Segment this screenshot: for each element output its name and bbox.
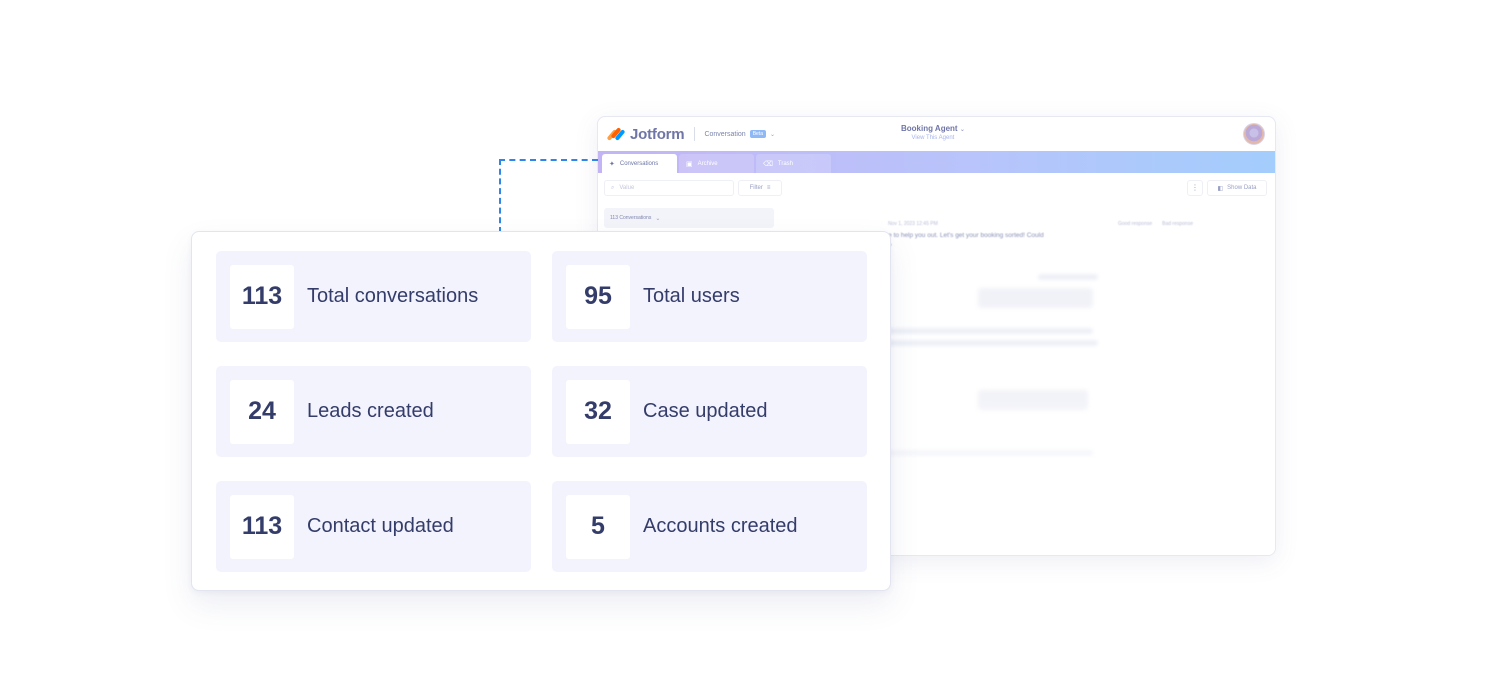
jotform-logo[interactable]: Jotform — [606, 125, 685, 143]
stat-tile-contact-updated: 113 Contact updated — [216, 481, 531, 572]
sparkle-icon: ✦ — [609, 160, 615, 168]
panel-icon: ◧ — [1217, 185, 1224, 192]
stats-card: 113 Total conversations 95 Total users 2… — [191, 231, 891, 591]
brand-name: Jotform — [630, 125, 685, 143]
stat-value: 113 — [230, 264, 294, 329]
tab-conversations[interactable]: ✦ Conversations — [602, 154, 677, 173]
blurred-meta — [1038, 274, 1098, 280]
inbox-toolbar: ⌕ Value Filter ≡ ⋮ ◧ Show Data — [598, 173, 1275, 203]
search-input[interactable]: ⌕ Value — [604, 180, 734, 196]
tab-archive[interactable]: ▣ Archive — [679, 154, 754, 173]
archive-icon: ▣ — [686, 160, 693, 168]
stat-label: Accounts created — [643, 515, 798, 537]
conversation-count-dropdown[interactable]: 113 Conversations ⌄ — [604, 208, 774, 228]
agent-title: Booking Agent ⌄ View This Agent — [901, 124, 965, 141]
user-avatar[interactable] — [1243, 123, 1265, 145]
stat-value: 113 — [230, 494, 294, 559]
app-header: Jotform Conversation Beta ⌄ Booking Agen… — [598, 117, 1275, 151]
good-response-flag[interactable]: Good response — [1118, 221, 1152, 227]
search-icon: ⌕ — [611, 184, 615, 191]
message-timestamp: Nov 1, 2023 12:45 PM — [888, 221, 938, 227]
stat-value: 32 — [566, 379, 630, 444]
more-options-icon[interactable]: ⋮ — [1187, 180, 1203, 196]
tab-trash[interactable]: ⌫ Trash — [756, 154, 831, 173]
conversation-type-selector[interactable]: Conversation Beta ⌄ — [704, 130, 775, 138]
bad-response-flag[interactable]: Bad response — [1162, 221, 1193, 227]
tab-bar: ✦ Conversations ▣ Archive ⌫ Trash — [598, 151, 1275, 173]
show-data-button[interactable]: ◧ Show Data — [1207, 180, 1267, 196]
stat-label: Leads created — [307, 400, 434, 422]
stat-label: Case updated — [643, 400, 768, 422]
conversation-type-label: Conversation — [704, 130, 746, 138]
filter-icon: ≡ — [766, 185, 771, 191]
stat-tile-total-users: 95 Total users — [552, 251, 867, 342]
stat-label: Contact updated — [307, 515, 454, 537]
blurred-user-bubble — [978, 390, 1088, 410]
header-divider — [694, 127, 696, 141]
stat-value: 5 — [566, 494, 630, 559]
stat-tile-leads-created: 24 Leads created — [216, 366, 531, 457]
search-placeholder: Value — [619, 185, 635, 191]
jotform-logo-icon — [606, 126, 626, 142]
stat-tile-case-updated: 32 Case updated — [552, 366, 867, 457]
stat-tile-total-conversations: 113 Total conversations — [216, 251, 531, 342]
stat-label: Total users — [643, 285, 740, 307]
chevron-down-icon: ⌄ — [655, 215, 661, 222]
view-agent-link[interactable]: View This Agent — [901, 135, 965, 141]
beta-badge: Beta — [749, 130, 766, 138]
chevron-down-icon: ⌄ — [959, 127, 965, 133]
blurred-user-bubble — [978, 288, 1093, 308]
filter-button[interactable]: Filter ≡ — [738, 180, 782, 196]
chevron-down-icon: ⌄ — [769, 131, 776, 138]
stat-value: 95 — [566, 264, 630, 329]
trash-icon: ⌫ — [763, 160, 773, 168]
stat-tile-accounts-created: 5 Accounts created — [552, 481, 867, 572]
stat-label: Total conversations — [307, 285, 479, 307]
agent-name-dropdown[interactable]: Booking Agent ⌄ — [901, 124, 965, 133]
message-meta: Nov 1, 2023 12:45 PM Good response Bad r… — [793, 221, 1193, 227]
stat-value: 24 — [230, 379, 294, 444]
dashed-connector — [499, 159, 598, 233]
